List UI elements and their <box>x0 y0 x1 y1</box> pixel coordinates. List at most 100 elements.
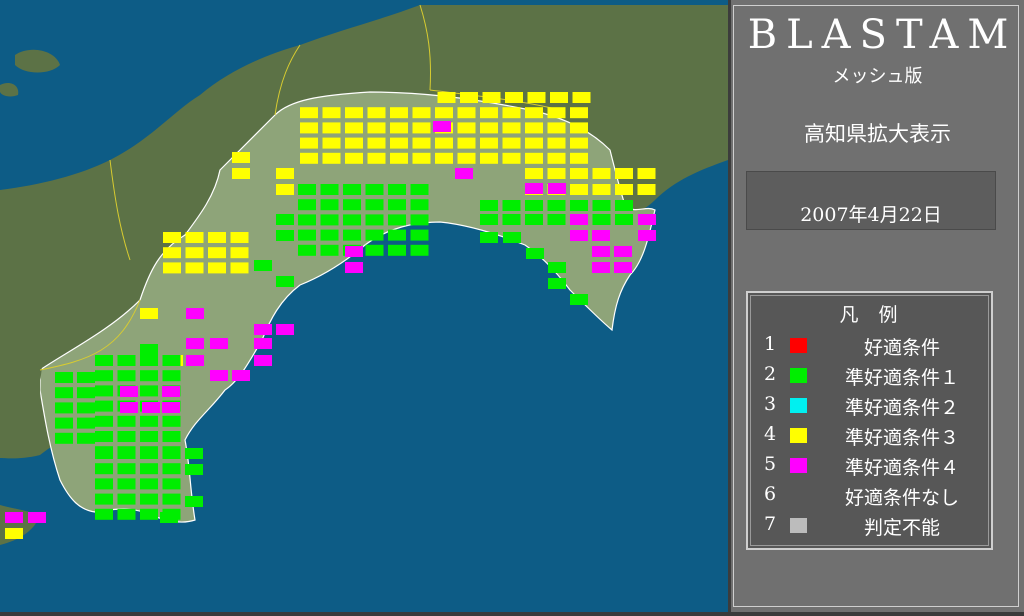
legend-label: 準好適条件２ <box>844 397 959 419</box>
mesh-cell <box>140 344 158 355</box>
mesh-cell <box>77 372 95 383</box>
mesh-cell <box>365 229 384 241</box>
mesh-cell <box>230 247 249 259</box>
mesh-cell <box>410 214 429 226</box>
mesh-cell <box>162 448 181 459</box>
mesh-cell <box>525 214 543 225</box>
mesh-cell <box>367 152 386 164</box>
mesh-cell <box>435 152 453 164</box>
mesh-cell <box>592 230 610 241</box>
mesh-cell <box>162 478 181 490</box>
mesh-cell <box>482 92 501 103</box>
legend-item: 7 判定不能 <box>764 513 984 539</box>
mesh-cell <box>185 247 204 259</box>
date-text: 2007年4月22日 <box>800 204 942 226</box>
mesh-cell <box>95 493 113 505</box>
mesh-cell <box>390 137 408 149</box>
mesh-cell <box>457 137 476 149</box>
mesh-cell <box>276 324 294 335</box>
mesh-cell <box>345 152 363 164</box>
mesh-cell <box>388 214 406 226</box>
legend-num: 3 <box>764 393 777 415</box>
mesh-cell <box>615 184 633 195</box>
mesh-cell <box>547 137 566 149</box>
mesh-cell <box>230 232 249 243</box>
mesh-cell <box>570 122 588 134</box>
mesh-cell <box>480 122 498 134</box>
mesh-cell <box>570 200 588 211</box>
mesh-cell <box>592 246 610 257</box>
mesh-cell <box>480 107 498 119</box>
mesh-cell <box>570 184 588 195</box>
mesh-cell <box>298 184 316 195</box>
mesh-cell <box>55 417 73 429</box>
mesh-cell <box>185 496 203 507</box>
legend: 凡例 1 好適条件 2 準好適条件１ 3 準好適条件２ 4 準好適条件３ 5 準… <box>746 291 993 550</box>
mesh-cell <box>390 122 408 134</box>
mesh-cell <box>95 355 113 366</box>
mesh-cell <box>547 214 566 225</box>
mesh-cell <box>186 308 204 319</box>
legend-num: 2 <box>764 363 777 385</box>
mesh-cell <box>298 214 316 226</box>
legend-label: 準好適条件３ <box>844 427 959 449</box>
legend-num: 7 <box>764 513 777 535</box>
mesh-cell <box>410 199 429 211</box>
mesh-cell <box>77 432 95 444</box>
mesh-cell <box>140 508 158 520</box>
legend-item: 2 準好適条件１ <box>764 363 984 389</box>
mesh-cell <box>547 107 566 119</box>
mesh-cell <box>186 338 204 349</box>
mesh-cell <box>503 232 521 243</box>
mesh-cell <box>276 184 294 195</box>
legend-title: 凡例 <box>839 304 918 326</box>
mesh-cell <box>412 107 431 119</box>
mesh-cell <box>77 417 95 429</box>
legend-item: 6 好適条件なし <box>764 483 984 509</box>
legend-item: 3 準好適条件２ <box>764 393 984 419</box>
mesh-cell <box>410 184 429 195</box>
mesh-cell <box>186 355 204 366</box>
legend-num: 1 <box>764 333 777 355</box>
mesh-cell <box>140 308 158 319</box>
mesh-cell <box>162 463 181 475</box>
mesh-cell <box>300 122 318 134</box>
mesh-cell <box>592 200 611 211</box>
mesh-cell <box>550 92 568 103</box>
mesh-cell <box>343 184 361 195</box>
mesh-cell <box>614 246 632 257</box>
legend-label: 準好適条件１ <box>844 367 959 389</box>
mesh-cell <box>276 214 294 225</box>
mesh-cell <box>615 200 633 211</box>
mesh-cell <box>117 448 136 459</box>
mesh-cell <box>525 152 543 164</box>
mesh-cell <box>210 338 228 349</box>
mesh-cell <box>570 137 588 149</box>
app-title: BLASTAM <box>747 12 1018 58</box>
mesh-cell <box>480 200 498 211</box>
mesh-cell <box>480 214 498 225</box>
mesh-cell <box>367 107 386 119</box>
mesh-cell <box>547 122 566 134</box>
mesh-cell <box>120 402 138 413</box>
legend-num: 4 <box>764 423 777 445</box>
mesh-cell <box>638 230 656 241</box>
mesh-cell <box>455 168 473 179</box>
legend-item: 4 準好適条件３ <box>764 423 984 449</box>
legend-label: 判定不能 <box>863 517 940 539</box>
mesh-cell <box>232 168 250 179</box>
mesh-cell <box>390 152 408 164</box>
mesh-cell <box>95 431 113 442</box>
mesh-cell <box>140 385 158 397</box>
mesh-cell <box>480 232 498 243</box>
mesh-cell <box>254 260 272 271</box>
mesh-cell <box>160 512 178 523</box>
mesh-cell <box>162 402 180 413</box>
prefecture-map[interactable] <box>0 0 728 612</box>
mesh-cell <box>365 199 384 211</box>
mesh-cell <box>254 338 272 349</box>
mesh-cell <box>55 402 73 414</box>
mesh-cell <box>5 528 23 539</box>
mesh-cell <box>162 355 181 366</box>
mesh-cell <box>525 168 543 179</box>
